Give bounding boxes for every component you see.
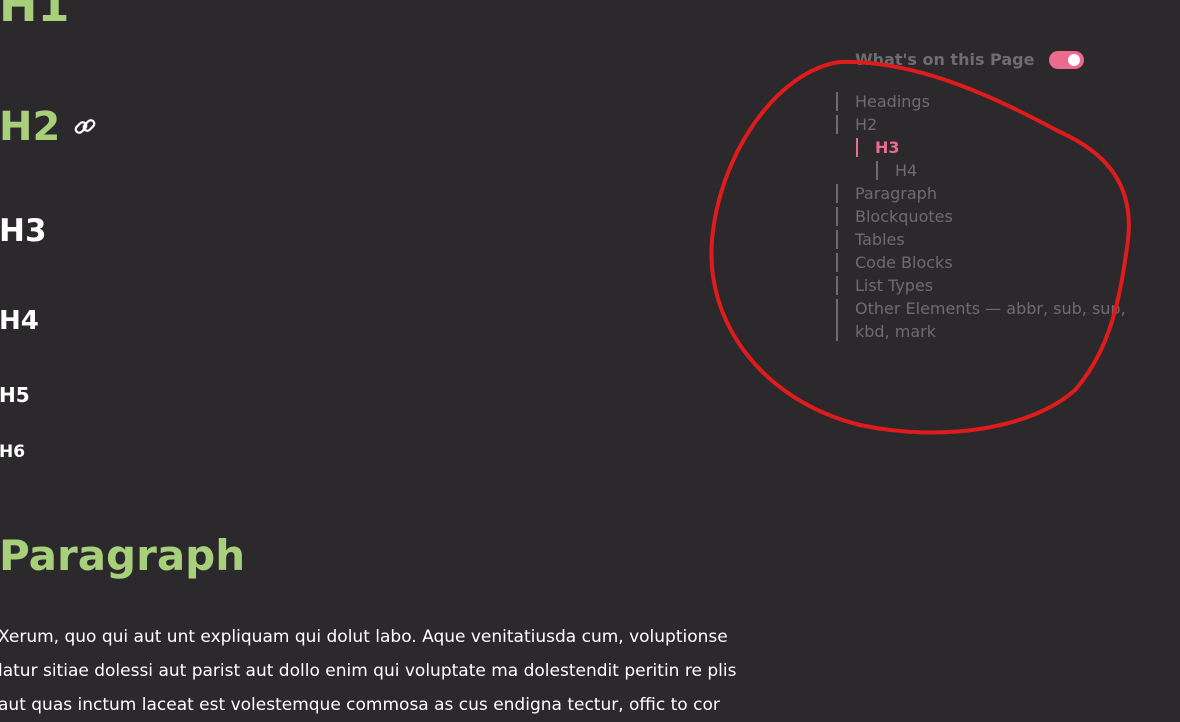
toc-item-other-elements[interactable]: Other Elements — abbr, sub, sup, kbd, ma… bbox=[836, 297, 1155, 343]
toc-list: Headings H2 H3 H4 Paragraph Blockquotes … bbox=[836, 90, 1166, 343]
link-icon[interactable] bbox=[72, 114, 98, 140]
toc-item-h2[interactable]: H2 bbox=[836, 113, 1166, 136]
toc-item-h4[interactable]: H4 bbox=[876, 159, 1166, 182]
toc-item-h3[interactable]: H3 bbox=[856, 136, 1166, 159]
toc-toggle[interactable] bbox=[1049, 51, 1084, 69]
toc-item-list-types[interactable]: List Types bbox=[836, 274, 1166, 297]
toggle-knob bbox=[1068, 54, 1080, 66]
heading-h2: H2 bbox=[0, 104, 61, 150]
paragraph-text: Xerum, quo qui aut unt expliquam qui dol… bbox=[0, 620, 798, 722]
toc-title: What's on this Page bbox=[855, 50, 1035, 69]
heading-h6: H6 bbox=[0, 442, 26, 462]
heading-h4: H4 bbox=[0, 306, 39, 336]
toc-item-blockquotes[interactable]: Blockquotes bbox=[836, 205, 1166, 228]
main-content: H1 H2 H3 H4 H5 H6 Paragraph Xerum, quo q… bbox=[0, 0, 800, 715]
toc-item-tables[interactable]: Tables bbox=[836, 228, 1166, 251]
heading-paragraph: Paragraph bbox=[0, 531, 246, 580]
paragraph-line: latur sitiae dolessi aut parist aut doll… bbox=[0, 661, 737, 681]
paragraph-line: Xerum, quo qui aut unt expliquam qui dol… bbox=[0, 627, 728, 647]
heading-h1: H1 bbox=[0, 0, 70, 32]
toc-item-headings[interactable]: Headings bbox=[836, 90, 1166, 113]
toc-header: What's on this Page bbox=[855, 50, 1034, 69]
toc-item-paragraph[interactable]: Paragraph bbox=[836, 182, 1166, 205]
heading-h5: H5 bbox=[0, 383, 30, 407]
paragraph-line: aut quas inctum laceat est volestemque c… bbox=[0, 695, 720, 715]
toc-item-code-blocks[interactable]: Code Blocks bbox=[836, 251, 1166, 274]
heading-h3: H3 bbox=[0, 213, 47, 249]
